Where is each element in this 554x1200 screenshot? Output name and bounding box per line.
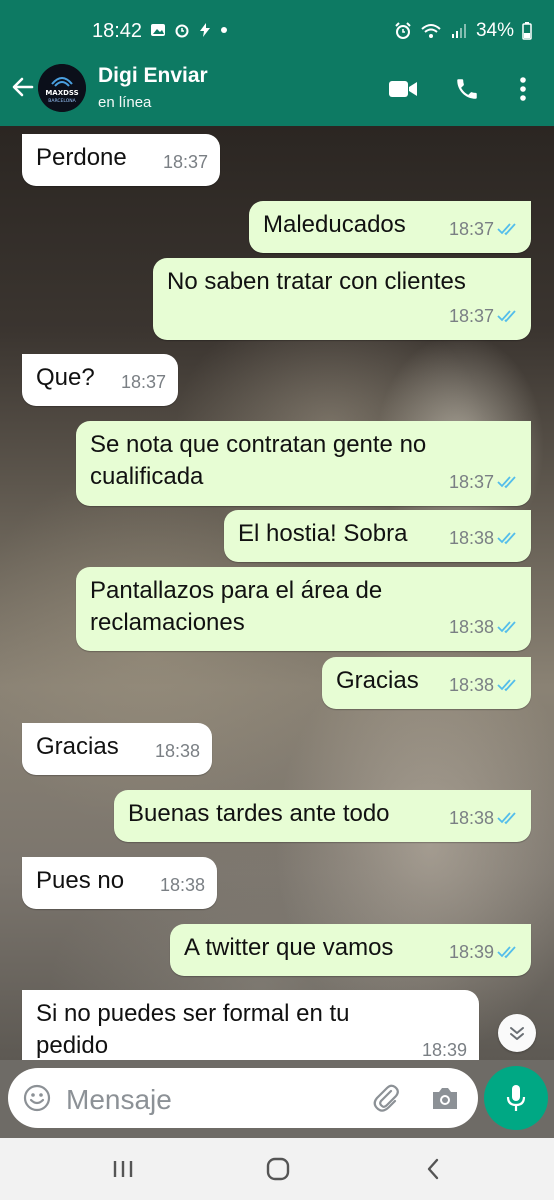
- avatar-text-1: MAXDSS: [45, 89, 78, 97]
- alarm-icon: [395, 22, 411, 39]
- more-options-button[interactable]: [508, 74, 538, 104]
- voice-call-button[interactable]: [452, 74, 482, 104]
- message-text: Gracias: [36, 733, 119, 760]
- recent-apps-button[interactable]: [108, 1154, 138, 1184]
- message-outgoing[interactable]: A twitter que vamos 18:39: [170, 924, 531, 976]
- avatar-text-2: BARCELONA: [48, 98, 76, 104]
- message-incoming[interactable]: Pues no 18:38: [22, 857, 217, 909]
- signal-icon: [451, 24, 466, 38]
- alarm-notification-icon: [175, 24, 189, 38]
- message-time: 18:37: [449, 466, 519, 498]
- message-outgoing[interactable]: El hostia! Sobra 18:38: [224, 510, 531, 562]
- read-ticks-icon: [497, 223, 516, 236]
- status-system-icons: 34%: [394, 20, 532, 42]
- double-chevron-down-icon: [510, 1027, 524, 1040]
- recent-apps-icon: [113, 1161, 133, 1177]
- message-text: Que?: [36, 364, 95, 391]
- message-text: Pues no: [36, 867, 125, 894]
- wifi-icon: [421, 24, 441, 38]
- message-text: Si no puedes ser formal en tu pedido: [36, 1000, 350, 1059]
- message-text: A twitter que vamos: [184, 934, 394, 961]
- message-time: 18:38: [449, 522, 519, 554]
- message-time: 18:38: [159, 875, 205, 895]
- read-ticks-icon: [497, 812, 516, 825]
- message-input-field[interactable]: Mensaje: [8, 1068, 478, 1128]
- home-button[interactable]: [263, 1154, 293, 1184]
- message-outgoing[interactable]: Se nota que contratan gente no cualifica…: [76, 421, 531, 506]
- battery-percent: 34%: [475, 20, 514, 41]
- message-text: Perdone: [36, 144, 127, 171]
- gallery-icon: [151, 24, 165, 36]
- chat-area[interactable]: Perdone 18:37 Maleducados 18:37 No saben…: [0, 126, 554, 1060]
- message-incoming[interactable]: Perdone 18:37: [22, 134, 220, 186]
- attach-icon[interactable]: [370, 1082, 402, 1114]
- chat-header: MAXDSS BARCELONA Digi Enviar en línea: [0, 62, 554, 126]
- read-ticks-icon: [497, 621, 516, 634]
- app-header-bar: 18:42 34% MAXDSS BARCELONA Digi Enviar e…: [0, 0, 554, 126]
- contact-name[interactable]: Digi Enviar: [98, 64, 208, 88]
- emoji-icon[interactable]: [22, 1083, 52, 1113]
- message-time: 18:39: [421, 1040, 467, 1060]
- video-call-icon: [389, 81, 417, 97]
- message-outgoing[interactable]: Pantallazos para el área de reclamacione…: [76, 567, 531, 651]
- avatar-logo-icon: MAXDSS BARCELONA: [38, 64, 86, 112]
- status-bar: 18:42 34%: [0, 0, 554, 62]
- message-incoming[interactable]: Que? 18:37: [22, 354, 178, 406]
- message-time: 18:37: [120, 372, 166, 392]
- read-ticks-icon: [497, 532, 516, 545]
- message-time: 18:38: [449, 611, 519, 643]
- message-text: Buenas tardes ante todo: [128, 800, 390, 827]
- home-icon: [266, 1157, 290, 1181]
- contact-status: en línea: [98, 94, 152, 111]
- message-composer: Mensaje: [0, 1060, 554, 1138]
- message-outgoing[interactable]: No saben tratar con clientes 18:37: [153, 258, 531, 340]
- message-time: 18:37: [162, 152, 208, 172]
- camera-icon[interactable]: [430, 1084, 460, 1112]
- status-time: 18:42: [92, 20, 143, 42]
- read-ticks-icon: [497, 476, 516, 489]
- back-nav-button[interactable]: [418, 1154, 448, 1184]
- read-ticks-icon: [497, 679, 516, 692]
- message-time: 18:37: [449, 300, 519, 332]
- system-navigation-bar: [0, 1138, 554, 1200]
- back-arrow-icon: [12, 77, 34, 97]
- message-incoming[interactable]: Gracias 18:38: [22, 723, 212, 775]
- phone-icon: [457, 79, 477, 99]
- message-outgoing[interactable]: Buenas tardes ante todo 18:38: [114, 790, 531, 842]
- video-call-button[interactable]: [388, 74, 418, 104]
- message-time: 18:37: [449, 213, 519, 245]
- read-ticks-icon: [497, 310, 516, 323]
- status-notification-icons: [150, 22, 228, 38]
- message-time: 18:39: [449, 936, 519, 968]
- message-text: Pantallazos para el área de reclamacione…: [90, 577, 383, 636]
- message-placeholder[interactable]: Mensaje: [66, 1084, 172, 1116]
- message-outgoing[interactable]: Gracias 18:38: [322, 657, 531, 709]
- avatar[interactable]: MAXDSS BARCELONA: [38, 64, 86, 112]
- read-ticks-icon: [497, 946, 516, 959]
- flash-icon: [200, 23, 210, 37]
- mic-icon: [506, 1085, 526, 1111]
- battery-icon: [522, 22, 532, 40]
- message-text: Gracias: [336, 667, 419, 694]
- message-text: Se nota que contratan gente no cualifica…: [90, 431, 427, 490]
- more-options-icon: [520, 77, 526, 101]
- message-text: El hostia! Sobra: [238, 520, 408, 547]
- back-button[interactable]: [8, 72, 38, 102]
- message-time: 18:38: [449, 669, 519, 701]
- message-time: 18:38: [154, 741, 200, 761]
- dot-icon: [221, 27, 227, 33]
- scroll-to-bottom-button[interactable]: [498, 1014, 536, 1052]
- voice-message-button[interactable]: [484, 1066, 548, 1130]
- back-icon: [427, 1158, 439, 1180]
- message-text: No saben tratar con clientes: [167, 268, 466, 295]
- message-time: 18:38: [449, 802, 519, 834]
- message-text: Maleducados: [263, 211, 406, 238]
- message-outgoing[interactable]: Maleducados 18:37: [249, 201, 531, 253]
- message-incoming[interactable]: Si no puedes ser formal en tu pedido 18:…: [22, 990, 479, 1060]
